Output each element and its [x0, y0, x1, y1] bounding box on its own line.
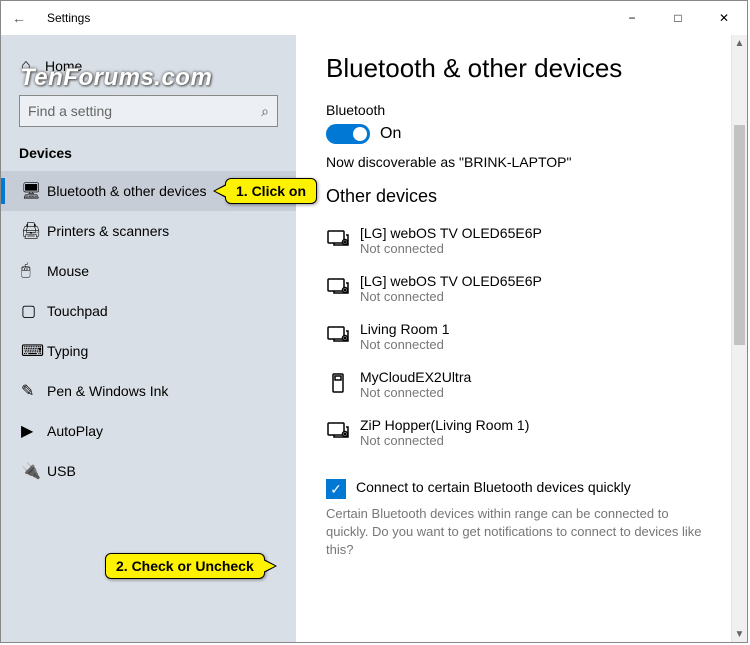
autoplay-icon: ▶	[21, 421, 47, 441]
device-status: Not connected	[360, 433, 529, 448]
sidebar-item-printers[interactable]: 🖨 Printers & scanners	[1, 211, 296, 251]
scrollbar-thumb[interactable]	[734, 125, 745, 345]
maximize-button[interactable]: □	[655, 3, 701, 33]
mouse-icon: 🖱	[21, 262, 47, 280]
window-title: Settings	[47, 11, 90, 25]
content-inner: Bluetooth & other devices Bluetooth On N…	[296, 35, 747, 642]
sidebar-item-label: Typing	[47, 343, 88, 359]
device-status: Not connected	[360, 241, 542, 256]
device-media-icon	[326, 417, 360, 449]
home-label: Home	[45, 58, 82, 74]
back-button[interactable]: ←	[9, 10, 29, 26]
sidebar-item-label: Bluetooth & other devices	[47, 183, 207, 199]
device-text: ZiP Hopper(Living Room 1) Not connected	[360, 417, 529, 448]
sidebar-item-label: Touchpad	[47, 303, 108, 319]
scrollbar[interactable]: ▲ ▼	[731, 35, 747, 642]
content-pane: Bluetooth & other devices Bluetooth On N…	[296, 35, 747, 642]
device-row[interactable]: Living Room 1 Not connected	[326, 313, 717, 361]
sidebar-item-label: Mouse	[47, 263, 89, 279]
device-list: [LG] webOS TV OLED65E6P Not connected [L…	[326, 217, 717, 457]
scroll-up-icon[interactable]: ▲	[732, 35, 747, 51]
sidebar-item-label: AutoPlay	[47, 423, 103, 439]
callout-2: 2. Check or Uncheck	[105, 553, 265, 579]
close-button[interactable]: ✕	[701, 3, 747, 33]
minimize-button[interactable]: −	[609, 3, 655, 33]
sidebar-item-pen[interactable]: ✎ Pen & Windows Ink	[1, 371, 296, 411]
device-tv-icon	[326, 225, 360, 257]
device-name: [LG] webOS TV OLED65E6P	[360, 225, 542, 241]
keyboard-icon: ⌨	[21, 341, 47, 361]
device-row[interactable]: ZiP Hopper(Living Room 1) Not connected	[326, 409, 717, 457]
search-icon: ⌕	[261, 103, 269, 120]
device-status: Not connected	[360, 385, 471, 400]
usb-icon: 🔌	[21, 461, 47, 481]
pen-icon: ✎	[21, 381, 47, 401]
touchpad-icon: ▢	[21, 301, 47, 321]
device-text: MyCloudEX2Ultra Not connected	[360, 369, 471, 400]
callout-1: 1. Click on	[225, 178, 317, 204]
device-row[interactable]: MyCloudEX2Ultra Not connected	[326, 361, 717, 409]
sidebar-item-usb[interactable]: 🔌 USB	[1, 451, 296, 491]
page-title: Bluetooth & other devices	[326, 53, 717, 84]
device-storage-icon	[326, 369, 360, 401]
device-name: Living Room 1	[360, 321, 450, 337]
sidebar-item-autoplay[interactable]: ▶ AutoPlay	[1, 411, 296, 451]
quick-connect-description: Certain Bluetooth devices within range c…	[326, 505, 706, 560]
sidebar-item-touchpad[interactable]: ▢ Touchpad	[1, 291, 296, 331]
quick-connect-checkbox[interactable]: ✓	[326, 479, 346, 499]
window-controls: − □ ✕	[609, 3, 747, 33]
home-icon: ⌂	[21, 57, 45, 75]
sidebar-item-label: Pen & Windows Ink	[47, 383, 168, 399]
sidebar-item-typing[interactable]: ⌨ Typing	[1, 331, 296, 371]
bluetooth-toggle[interactable]	[326, 124, 370, 144]
quick-connect-row: ✓ Connect to certain Bluetooth devices q…	[326, 479, 717, 499]
search-input[interactable]: Find a setting ⌕	[19, 95, 278, 127]
search-placeholder: Find a setting	[28, 103, 112, 119]
device-status: Not connected	[360, 289, 542, 304]
device-name: ZiP Hopper(Living Room 1)	[360, 417, 529, 433]
titlebar: ← Settings − □ ✕	[1, 1, 747, 35]
discoverable-text: Now discoverable as "BRINK-LAPTOP"	[326, 154, 717, 170]
device-status: Not connected	[360, 337, 450, 352]
bluetooth-icon: 🖥	[21, 181, 47, 201]
device-media-icon	[326, 321, 360, 353]
settings-window: ← Settings − □ ✕ ⌂ Home Find a setting ⌕…	[0, 0, 748, 643]
printer-icon: 🖨	[21, 221, 47, 241]
device-text: [LG] webOS TV OLED65E6P Not connected	[360, 225, 542, 256]
bluetooth-toggle-row: On	[326, 124, 717, 144]
device-text: Living Room 1 Not connected	[360, 321, 450, 352]
device-text: [LG] webOS TV OLED65E6P Not connected	[360, 273, 542, 304]
device-tv-icon	[326, 273, 360, 305]
sidebar-home[interactable]: ⌂ Home	[1, 47, 296, 85]
device-name: [LG] webOS TV OLED65E6P	[360, 273, 542, 289]
device-row[interactable]: [LG] webOS TV OLED65E6P Not connected	[326, 217, 717, 265]
bluetooth-state: On	[380, 125, 401, 143]
bluetooth-label: Bluetooth	[326, 102, 717, 118]
quick-connect-label: Connect to certain Bluetooth devices qui…	[356, 479, 631, 495]
device-name: MyCloudEX2Ultra	[360, 369, 471, 385]
other-devices-heading: Other devices	[326, 186, 717, 207]
scroll-down-icon[interactable]: ▼	[732, 626, 747, 642]
sidebar-item-label: USB	[47, 463, 76, 479]
body: ⌂ Home Find a setting ⌕ Devices 🖥 Blueto…	[1, 35, 747, 642]
sidebar-item-mouse[interactable]: 🖱 Mouse	[1, 251, 296, 291]
sidebar-section-header: Devices	[1, 141, 296, 171]
sidebar: ⌂ Home Find a setting ⌕ Devices 🖥 Blueto…	[1, 35, 296, 642]
device-row[interactable]: [LG] webOS TV OLED65E6P Not connected	[326, 265, 717, 313]
sidebar-item-label: Printers & scanners	[47, 223, 169, 239]
